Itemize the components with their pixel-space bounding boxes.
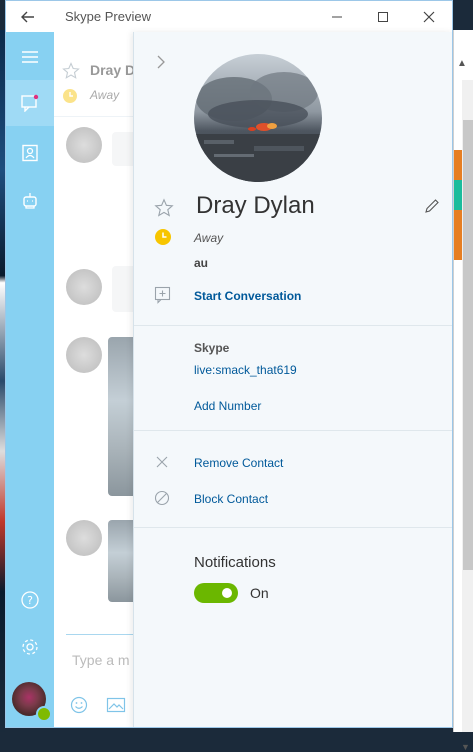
toggle-knob bbox=[222, 588, 232, 598]
maximize-button[interactable] bbox=[360, 1, 406, 32]
close-button[interactable] bbox=[406, 1, 452, 32]
skype-label: Skype bbox=[194, 341, 230, 355]
image-icon[interactable] bbox=[106, 696, 126, 714]
contacts-icon bbox=[22, 144, 38, 162]
divider bbox=[134, 430, 452, 431]
chevron-up-icon: ▲ bbox=[457, 58, 467, 69]
favorite-star-icon[interactable] bbox=[154, 198, 174, 218]
remove-x-icon bbox=[156, 456, 168, 468]
scroll-down-icon[interactable]: ▼ bbox=[461, 742, 470, 752]
left-rail: ? bbox=[6, 32, 54, 727]
menu-button[interactable] bbox=[6, 34, 54, 80]
message-avatar bbox=[66, 269, 102, 305]
conversation-status: Away bbox=[90, 88, 120, 102]
notifications-state: On bbox=[250, 585, 269, 601]
conversation-contact-name[interactable]: Dray D bbox=[90, 62, 135, 78]
contact-status: Away bbox=[194, 231, 224, 245]
skype-window: Skype Preview ? Dray D Away Type a m Dra… bbox=[5, 0, 453, 728]
favorite-star-icon[interactable] bbox=[62, 62, 80, 80]
contact-name: Dray Dylan bbox=[196, 192, 315, 219]
block-icon bbox=[154, 490, 170, 506]
svg-text:?: ? bbox=[27, 594, 33, 607]
settings-button[interactable] bbox=[6, 624, 54, 670]
contacts-button[interactable] bbox=[6, 130, 54, 176]
away-clock-icon bbox=[155, 229, 171, 245]
help-button[interactable]: ? bbox=[6, 577, 54, 623]
hamburger-icon bbox=[22, 51, 38, 63]
block-contact-link[interactable]: Block Contact bbox=[194, 492, 268, 506]
back-button[interactable] bbox=[18, 7, 38, 27]
desktop-tile bbox=[454, 180, 462, 210]
bot-icon bbox=[23, 193, 37, 209]
away-clock-icon bbox=[63, 89, 77, 103]
add-number-link[interactable]: Add Number bbox=[194, 399, 261, 413]
presence-online-icon bbox=[36, 706, 52, 722]
chevron-right-icon[interactable] bbox=[154, 54, 168, 70]
notifications-label: Notifications bbox=[194, 554, 276, 571]
title-bar: Skype Preview bbox=[6, 1, 452, 32]
message-input[interactable]: Type a m bbox=[72, 652, 130, 668]
message-avatar bbox=[66, 337, 102, 373]
minimize-button[interactable] bbox=[314, 1, 360, 32]
message-avatar bbox=[66, 520, 102, 556]
back-arrow-icon bbox=[21, 11, 34, 23]
divider bbox=[134, 325, 452, 326]
contact-mood-message: au bbox=[194, 256, 209, 270]
emoji-icon[interactable] bbox=[70, 696, 88, 714]
window-title: Skype Preview bbox=[65, 9, 151, 24]
add-conversation-icon bbox=[154, 286, 171, 304]
remove-contact-link[interactable]: Remove Contact bbox=[194, 456, 283, 470]
contact-profile-panel: Dray Dylan Away au Start Conversation Sk… bbox=[133, 32, 452, 727]
desktop-background-right: ▲ → ▼ bbox=[453, 30, 473, 752]
edit-pencil-icon[interactable] bbox=[424, 198, 440, 214]
notifications-toggle[interactable] bbox=[194, 583, 238, 603]
bots-button[interactable] bbox=[6, 177, 54, 223]
close-icon bbox=[423, 11, 435, 22]
divider bbox=[134, 527, 452, 528]
contact-profile-photo bbox=[194, 54, 322, 182]
profile-photo-image bbox=[194, 54, 322, 182]
minimize-icon bbox=[332, 16, 342, 17]
gear-icon bbox=[22, 639, 38, 655]
skype-id-link[interactable]: live:smack_that619 bbox=[194, 363, 297, 377]
recent-chats-button[interactable] bbox=[6, 80, 54, 126]
message-avatar bbox=[66, 127, 102, 163]
start-conversation-link[interactable]: Start Conversation bbox=[194, 289, 301, 303]
scrollbar-thumb[interactable] bbox=[463, 120, 473, 570]
maximize-icon bbox=[378, 11, 388, 22]
chat-icon bbox=[21, 94, 39, 112]
help-icon: ? bbox=[21, 591, 39, 609]
